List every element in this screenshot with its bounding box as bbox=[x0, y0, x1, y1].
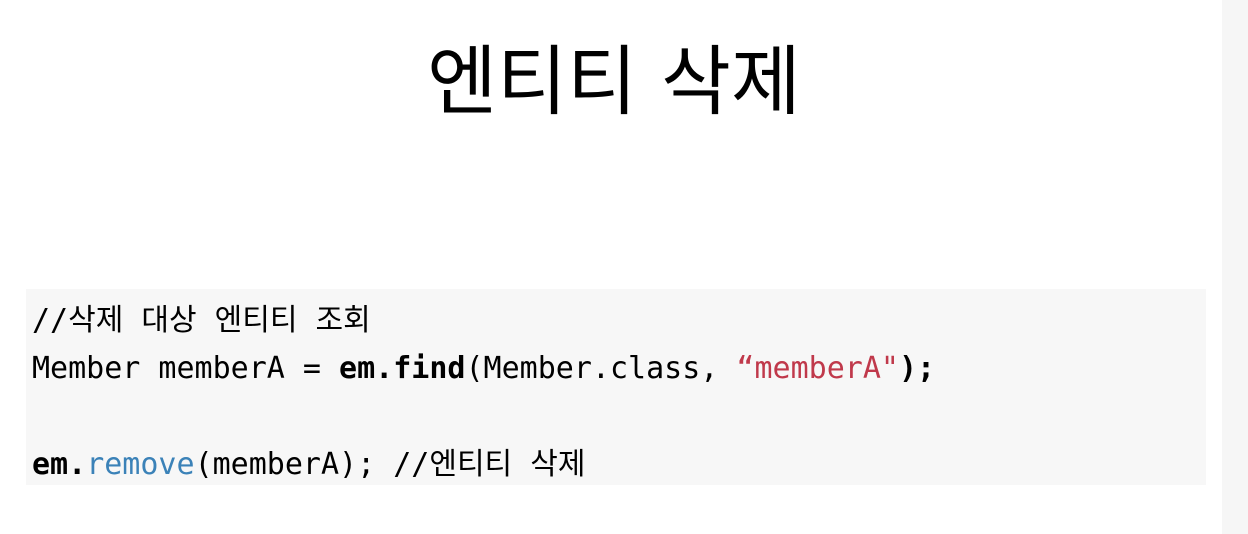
code-remove-method: remove bbox=[86, 447, 195, 482]
code-em: em. bbox=[32, 447, 87, 482]
code-line-remove: em.remove(memberA); //엔티티 삭제 bbox=[32, 441, 1206, 489]
code-declaration: Member memberA = bbox=[32, 351, 340, 386]
code-find-args: (Member.class, bbox=[465, 351, 737, 386]
slide-title: 엔티티 삭제 bbox=[427, 37, 801, 126]
code-line-find: Member memberA = em.find(Member.class, “… bbox=[32, 345, 1206, 393]
code-remove-args: (memberA); //엔티티 삭제 bbox=[194, 447, 586, 482]
code-find-close: ); bbox=[898, 351, 936, 386]
code-comment: //삭제 대상 엔티티 조회 bbox=[32, 303, 371, 338]
code-block: //삭제 대상 엔티티 조회 Member memberA = em.find(… bbox=[26, 289, 1206, 485]
code-string-literal: “memberA" bbox=[736, 351, 899, 386]
code-line-comment: //삭제 대상 엔티티 조회 bbox=[32, 297, 1206, 345]
code-em-find: em.find bbox=[339, 351, 466, 386]
